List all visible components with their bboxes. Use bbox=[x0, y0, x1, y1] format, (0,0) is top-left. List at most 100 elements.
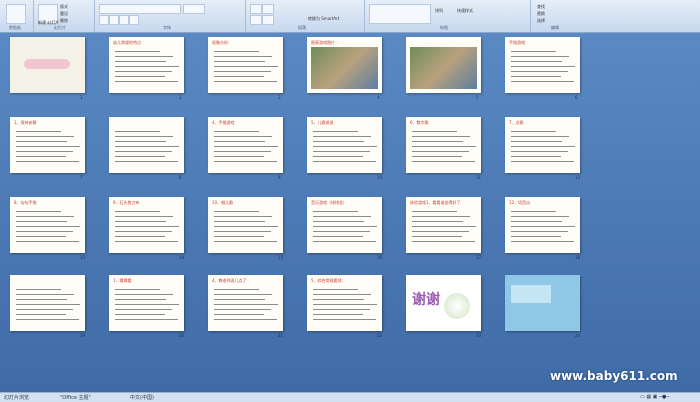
zoom-controls[interactable]: ▭ ▦ ▣ ─●─ bbox=[640, 394, 669, 400]
slide-thumbnail[interactable]: 1、保持安静 bbox=[10, 117, 85, 173]
text-line bbox=[511, 131, 556, 132]
slide-number: 1 bbox=[80, 95, 83, 100]
text-line bbox=[313, 146, 377, 147]
delete-button[interactable]: 删除 bbox=[60, 18, 68, 24]
slide-number: 5 bbox=[476, 95, 479, 100]
slide-thumbnail[interactable]: 5、综合常规要领： bbox=[307, 275, 382, 331]
underline-button[interactable] bbox=[119, 15, 129, 25]
slide-number: 11 bbox=[476, 175, 482, 180]
select-button[interactable]: 选择 bbox=[537, 18, 545, 24]
slide-thumbnail[interactable]: 10、唱儿歌 bbox=[208, 197, 283, 253]
slide-thumbnail[interactable]: 图表游戏图片： bbox=[307, 37, 382, 93]
text-line bbox=[16, 289, 61, 290]
slide-thumbnail[interactable]: 1、猜猜看 bbox=[109, 275, 184, 331]
paste-button[interactable] bbox=[6, 4, 26, 24]
font-family-select[interactable] bbox=[99, 4, 181, 14]
replace-button[interactable]: 替换 bbox=[537, 11, 545, 17]
slide-thumbnail[interactable]: 7、点歌 bbox=[505, 117, 580, 173]
text-line bbox=[115, 314, 165, 315]
slide-thumbnail[interactable] bbox=[10, 275, 85, 331]
layout-button[interactable]: 版式 bbox=[60, 4, 68, 10]
text-line bbox=[511, 231, 568, 232]
font-size-select[interactable] bbox=[183, 4, 205, 14]
text-line bbox=[115, 71, 172, 72]
reset-button[interactable]: 重设 bbox=[60, 11, 68, 17]
numbering-button[interactable] bbox=[262, 4, 274, 14]
slide-title: 幼儿常规的特点 bbox=[113, 40, 141, 45]
text-line bbox=[511, 241, 574, 242]
slide-thumbnail[interactable] bbox=[406, 37, 481, 93]
text-line bbox=[511, 66, 575, 67]
text-line bbox=[214, 71, 271, 72]
bold-button[interactable] bbox=[99, 15, 109, 25]
slide-number: 7 bbox=[80, 175, 83, 180]
align-left-button[interactable] bbox=[250, 15, 262, 25]
text-line bbox=[511, 156, 561, 157]
text-line bbox=[313, 216, 371, 217]
slide-thumbnail[interactable]: 8、勾勾手指 bbox=[10, 197, 85, 253]
ribbon-group-label: 绘图 bbox=[440, 25, 448, 30]
slide-thumbnail[interactable]: 5、儿歌说说 bbox=[307, 117, 382, 173]
slide-title: 1、猜猜看 bbox=[113, 278, 132, 283]
text-line bbox=[214, 51, 259, 52]
text-line bbox=[115, 136, 173, 137]
text-line bbox=[412, 156, 462, 157]
slide-thumbnail[interactable]: 9、石头剪刀布 bbox=[109, 197, 184, 253]
slide-thumbnail[interactable]: 12、切西瓜 bbox=[505, 197, 580, 253]
text-line bbox=[412, 236, 462, 237]
shapes-gallery[interactable] bbox=[369, 4, 431, 24]
slide-number: 20 bbox=[179, 333, 185, 338]
text-line bbox=[115, 81, 178, 82]
text-line bbox=[115, 76, 165, 77]
text-line bbox=[412, 231, 469, 232]
text-line bbox=[511, 61, 562, 62]
slide-title: 8、勾勾手指 bbox=[14, 200, 37, 205]
slide-title: 7、点歌 bbox=[509, 120, 524, 125]
slide-number: 19 bbox=[80, 333, 86, 338]
flower-image bbox=[444, 293, 470, 319]
slide-thumbnail[interactable]: 4、手指游戏 bbox=[208, 117, 283, 173]
font-color-button[interactable] bbox=[129, 15, 139, 25]
slide-number: 24 bbox=[575, 333, 581, 338]
text-line bbox=[511, 51, 556, 52]
find-button[interactable]: 查找 bbox=[537, 4, 545, 10]
text-line bbox=[412, 241, 475, 242]
slide-thumbnail[interactable]: 4、教老师说几点了 bbox=[208, 275, 283, 331]
ribbon: 剪贴板 新建 幻灯片 版式 重设 删除 幻灯片 字体 转换为 SmartArt … bbox=[0, 0, 700, 33]
quick-styles-button[interactable]: 快速样式 bbox=[457, 8, 473, 14]
text-line bbox=[115, 216, 173, 217]
arrange-button[interactable]: 排列 bbox=[435, 8, 443, 14]
slide-thumbnail[interactable]: 现象分析： bbox=[208, 37, 283, 93]
slide-thumbnail[interactable]: 体验游戏1、看看谁坐得好了 bbox=[406, 197, 481, 253]
slide-thumbnail[interactable]: 音乐游戏（排排坐） bbox=[307, 197, 382, 253]
text-line bbox=[511, 221, 562, 222]
photo-image bbox=[410, 47, 477, 89]
italic-button[interactable] bbox=[109, 15, 119, 25]
slide-number: 6 bbox=[575, 95, 578, 100]
slide-number: 22 bbox=[377, 333, 383, 338]
slide-thumbnail[interactable]: 谢谢 bbox=[406, 275, 481, 331]
slide-thumbnail[interactable]: 6、数字歌 bbox=[406, 117, 481, 173]
text-line bbox=[412, 151, 469, 152]
slide-number: 23 bbox=[476, 333, 482, 338]
convert-smartart-button[interactable]: 转换为 SmartArt bbox=[308, 16, 339, 22]
slide-thumbnail[interactable] bbox=[109, 117, 184, 173]
text-line bbox=[214, 241, 277, 242]
text-line bbox=[412, 146, 476, 147]
slide-thumbnail[interactable] bbox=[505, 275, 580, 331]
text-line bbox=[16, 211, 61, 212]
text-line bbox=[16, 136, 74, 137]
slide-thumbnail[interactable] bbox=[10, 37, 85, 93]
text-line bbox=[412, 136, 470, 137]
slide-number: 16 bbox=[377, 255, 383, 260]
text-line bbox=[313, 241, 376, 242]
slide-thumbnail[interactable]: 手指游戏 bbox=[505, 37, 580, 93]
text-line bbox=[214, 81, 277, 82]
bullets-button[interactable] bbox=[250, 4, 262, 14]
text-line bbox=[313, 226, 377, 227]
slide-thumbnail[interactable]: 幼儿常规的特点 bbox=[109, 37, 184, 93]
align-center-button[interactable] bbox=[262, 15, 274, 25]
ribbon-group-label: 幻灯片 bbox=[54, 25, 66, 30]
text-line bbox=[16, 299, 67, 300]
text-line bbox=[214, 226, 278, 227]
